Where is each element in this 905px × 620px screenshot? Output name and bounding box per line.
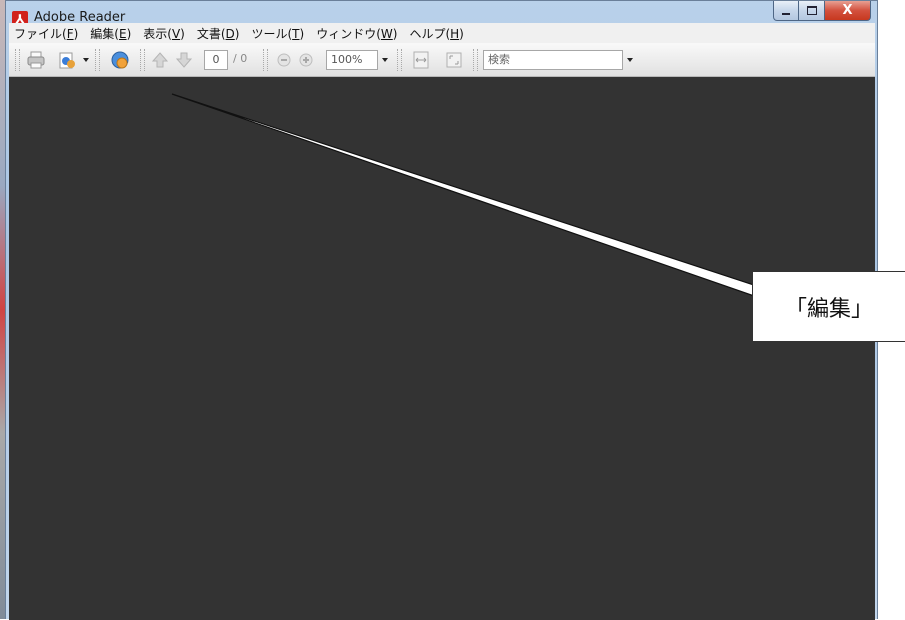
callout-label: 「編集」	[752, 271, 905, 342]
callout-arrow	[171, 93, 758, 298]
